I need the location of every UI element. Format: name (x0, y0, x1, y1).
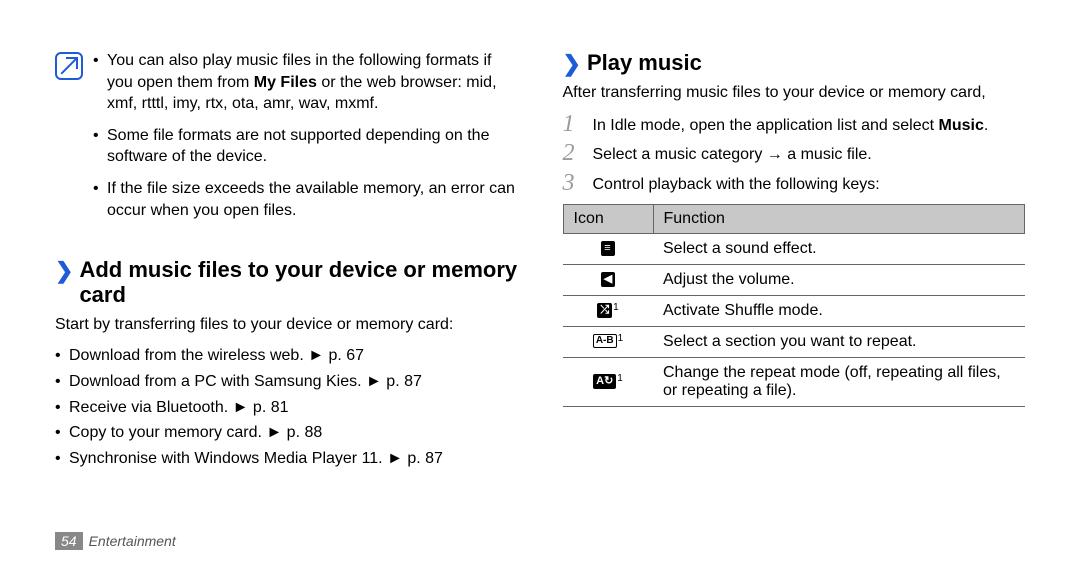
step-item: 1 In Idle mode, open the application lis… (563, 112, 1026, 137)
shuffle-icon: ⤮ (597, 303, 612, 318)
note-item: You can also play music files in the fol… (93, 50, 518, 115)
note-item: If the file size exceeds the available m… (93, 178, 518, 221)
equalizer-icon: ≡ (601, 241, 614, 256)
note-text-pre: If the file size exceeds the available m… (107, 180, 515, 219)
list-item: Download from a PC with Samsung Kies. ► … (55, 369, 518, 395)
playback-keys-table: Icon Function ≡ Select a sound effect. ◀… (563, 204, 1026, 407)
table-cell-function: Adjust the volume. (653, 264, 1025, 295)
step-item: 2 Select a music category → a music file… (563, 141, 1026, 166)
list-item: Receive via Bluetooth. ► p. 81 (55, 395, 518, 421)
left-column: You can also play music files in the fol… (55, 50, 518, 471)
table-cell-function: Select a sound effect. (653, 233, 1025, 264)
note-icon (55, 52, 83, 80)
repeat-mode-icon: A↻ (593, 374, 616, 389)
footnote-marker: 1 (613, 302, 619, 313)
section-title-add: ❯ Add music files to your device or memo… (55, 257, 518, 308)
section-intro: Start by transferring files to your devi… (55, 314, 518, 336)
repeat-section-icon: A-B (593, 334, 617, 348)
table-row: A-B1 Select a section you want to repeat… (563, 326, 1025, 357)
play-steps: 1 In Idle mode, open the application lis… (563, 112, 1026, 196)
table-header-function: Function (653, 204, 1025, 233)
transfer-methods-list: Download from the wireless web. ► p. 67 … (55, 343, 518, 471)
section-intro: After transferring music files to your d… (563, 82, 1026, 104)
note-text-pre: Some file formats are not supported depe… (107, 127, 489, 166)
table-cell-function: Select a section you want to repeat. (653, 326, 1025, 357)
section-title-text: Play music (587, 50, 702, 75)
volume-icon: ◀ (601, 272, 615, 287)
note-item: Some file formats are not supported depe… (93, 125, 518, 168)
chevron-right-icon: ❯ (55, 258, 73, 283)
section-title-text: Add music files to your device or memory… (79, 257, 517, 308)
list-item: Copy to your memory card. ► p. 88 (55, 420, 518, 446)
footnote-marker: 1 (617, 373, 623, 384)
step-text: In Idle mode, open the application list … (593, 112, 989, 137)
table-row: ◀ Adjust the volume. (563, 264, 1025, 295)
note-block: You can also play music files in the fol… (55, 50, 518, 231)
note-text-bold: My Files (254, 74, 317, 91)
step-text: Select a music category → a music file. (593, 141, 872, 166)
page-number: 54 (55, 532, 83, 550)
list-item: Download from the wireless web. ► p. 67 (55, 343, 518, 369)
page-footer: 54 Entertainment (55, 532, 176, 550)
chevron-right-icon: ❯ (563, 51, 581, 76)
footnote-marker: 1 (618, 333, 624, 344)
section-title-play: ❯ Play music (563, 50, 1026, 76)
table-cell-function: Change the repeat mode (off, repeating a… (653, 357, 1025, 406)
list-item: Synchronise with Windows Media Player 11… (55, 446, 518, 472)
table-header-icon: Icon (563, 204, 653, 233)
footer-section: Entertainment (89, 533, 176, 549)
step-number: 1 (563, 112, 583, 137)
table-cell-function: Activate Shuffle mode. (653, 295, 1025, 326)
step-text: Control playback with the following keys… (593, 171, 880, 196)
table-row: ≡ Select a sound effect. (563, 233, 1025, 264)
step-number: 3 (563, 171, 583, 196)
step-item: 3 Control playback with the following ke… (563, 171, 1026, 196)
table-row: A↻1 Change the repeat mode (off, repeati… (563, 357, 1025, 406)
step-number: 2 (563, 141, 583, 166)
right-column: ❯ Play music After transferring music fi… (563, 50, 1026, 471)
table-row: ⤮1 Activate Shuffle mode. (563, 295, 1025, 326)
note-list: You can also play music files in the fol… (93, 50, 518, 231)
